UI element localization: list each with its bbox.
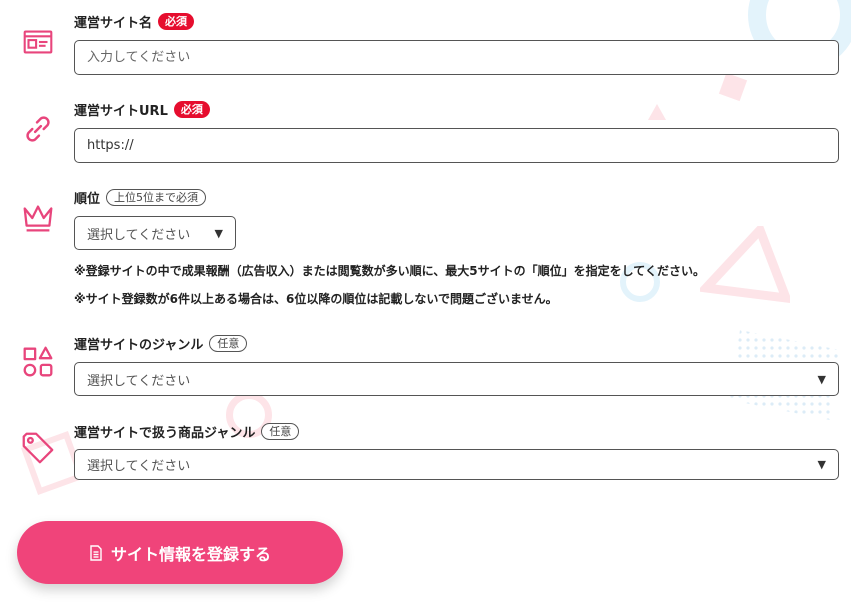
register-site-button-label: サイト情報を登録する	[110, 546, 271, 564]
product-genre-label-row: 運営サイトで扱う商品ジャンル 任意	[74, 422, 300, 441]
rank-label-row: 順位 上位5位まで必須	[74, 188, 207, 207]
rank-select-value: 選択してください	[87, 227, 191, 243]
site-name-input[interactable]	[74, 40, 839, 75]
genre-select[interactable]: 選択してください ▼	[74, 362, 839, 396]
genre-label: 運営サイトのジャンル	[74, 338, 204, 353]
product-genre-label: 運営サイトで扱う商品ジャンル	[74, 426, 256, 441]
optional-badge: 任意	[209, 335, 248, 352]
chevron-down-icon: ▼	[214, 226, 223, 240]
product-genre-select[interactable]: 選択してください ▼	[74, 449, 839, 480]
site-url-input[interactable]	[74, 128, 839, 163]
document-icon	[90, 544, 102, 561]
decorative-triangle-outline	[700, 226, 790, 304]
site-url-label: 運営サイトURL	[74, 104, 168, 119]
decorative-diamond	[718, 72, 748, 102]
site-url-label-row: 運営サイトURL 必須	[74, 100, 210, 119]
rank-note-2: ※サイト登録数が6件以上ある場合は、6位以降の順位は記載しないで問題ございません…	[74, 292, 558, 306]
site-name-label: 運営サイト名	[74, 16, 153, 31]
rank-label: 順位	[74, 192, 101, 207]
chevron-down-icon: ▼	[817, 372, 826, 386]
chevron-down-icon: ▼	[817, 458, 826, 471]
rank-select[interactable]: 選択してください ▼	[74, 216, 236, 250]
decorative-triangle	[648, 104, 666, 120]
rank-note-1: ※登録サイトの中で成果報酬（広告収入）または閲覧数が多い順に、最大5サイトの「順…	[74, 264, 705, 278]
register-site-button[interactable]: サイト情報を登録する	[17, 521, 343, 584]
site-name-label-row: 運営サイト名 必須	[74, 12, 195, 31]
rank-badge: 上位5位まで必須	[106, 189, 207, 206]
link-icon	[18, 109, 58, 149]
required-badge: 必須	[158, 13, 195, 30]
genre-select-value: 選択してください	[87, 373, 191, 389]
tag-icon	[18, 428, 58, 468]
shapes-icon	[18, 342, 58, 382]
crown-icon	[18, 198, 58, 238]
optional-badge: 任意	[261, 423, 300, 440]
required-badge: 必須	[173, 101, 210, 118]
product-genre-select-value: 選択してください	[87, 459, 191, 474]
genre-label-row: 運営サイトのジャンル 任意	[74, 334, 248, 353]
id-card-icon	[18, 22, 58, 62]
